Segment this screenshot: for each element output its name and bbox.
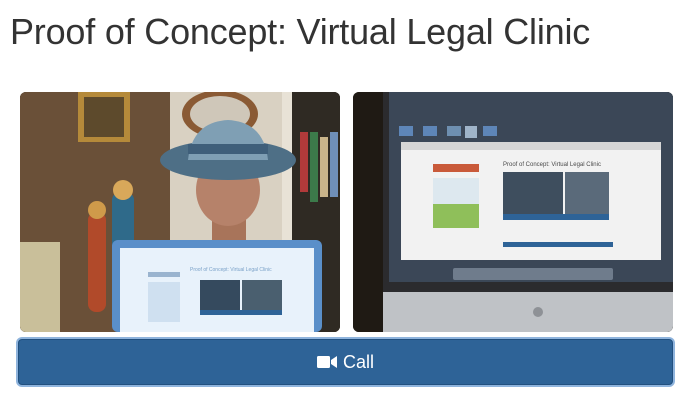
remote-screen-title: Proof of Concept: Virtual Legal Clinic — [503, 162, 601, 168]
local-video-feed: Proof of Concept: Virtual Legal Clinic — [20, 92, 340, 332]
laptop-screen-title: Proof of Concept: Virtual Legal Clinic — [190, 267, 272, 273]
remote-video-feed: Proof of Concept: Virtual Legal Clinic — [353, 92, 673, 332]
page-title: Proof of Concept: Virtual Legal Clinic — [10, 11, 591, 52]
call-button-label: Call — [342, 351, 374, 372]
video-camera-icon — [316, 355, 337, 369]
call-button[interactable]: Call — [18, 339, 673, 385]
